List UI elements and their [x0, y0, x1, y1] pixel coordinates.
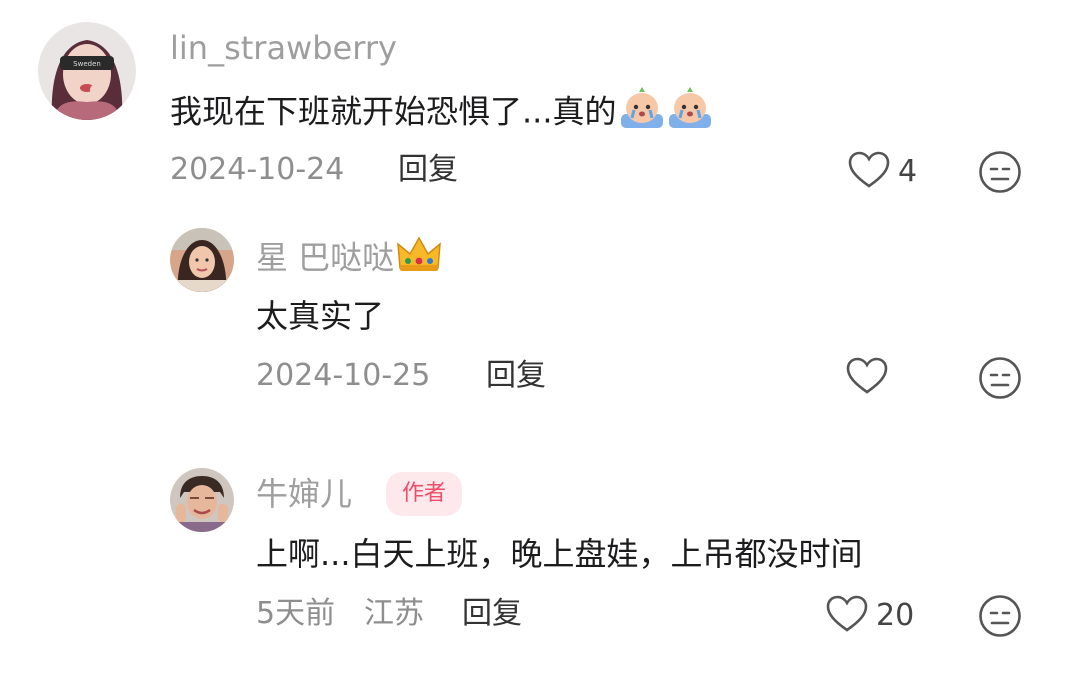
svg-text:Sweden: Sweden — [73, 60, 101, 68]
neutral-face-icon — [978, 151, 1022, 198]
comment-text-container: 我现在下班就开始恐惧了...真的 — [170, 84, 713, 143]
comment-date: 2024-10-24 — [170, 152, 345, 187]
reply-username[interactable]: 牛婶儿 — [256, 472, 352, 516]
comment-text: 我现在下班就开始恐惧了...真的 — [170, 92, 617, 131]
like-count: 20 — [876, 598, 915, 633]
reply-username[interactable]: 星 巴哒哒 — [256, 239, 394, 277]
dislike-button[interactable] — [978, 594, 1022, 638]
heart-icon — [848, 151, 890, 193]
comment-username[interactable]: lin_strawberry — [170, 28, 397, 68]
reply-date: 2024-10-25 — [256, 358, 431, 393]
neutral-face-icon — [978, 595, 1022, 642]
author-badge: 作者 — [386, 472, 463, 516]
crown-icon — [396, 234, 442, 285]
neutral-face-icon — [978, 357, 1022, 404]
reply-text: 太真实了 — [256, 297, 385, 335]
reply-button[interactable]: 回复 — [486, 356, 546, 396]
like-button[interactable]: 20 — [826, 595, 915, 637]
reply-text: 上啊...白天上班，晚上盘娃，上吊都没时间 — [256, 535, 863, 573]
avatar[interactable] — [170, 468, 234, 532]
dislike-button[interactable] — [978, 356, 1022, 400]
crying-emoji-icon — [619, 84, 665, 143]
reply-time: 5天前 — [256, 596, 336, 631]
reply-location: 江苏 — [364, 596, 424, 631]
dislike-button[interactable] — [978, 150, 1022, 194]
like-button[interactable] — [846, 357, 896, 399]
avatar[interactable]: Sweden — [38, 22, 136, 120]
reply-username-container[interactable]: 星 巴哒哒 — [256, 234, 442, 285]
like-button[interactable]: 4 — [848, 151, 918, 193]
crying-emoji-icon — [667, 84, 713, 143]
avatar[interactable] — [170, 228, 234, 292]
reply-button[interactable]: 回复 — [462, 594, 522, 634]
heart-icon — [826, 595, 868, 637]
heart-icon — [846, 357, 888, 399]
reply-button[interactable]: 回复 — [398, 150, 458, 190]
like-count: 4 — [898, 154, 918, 189]
